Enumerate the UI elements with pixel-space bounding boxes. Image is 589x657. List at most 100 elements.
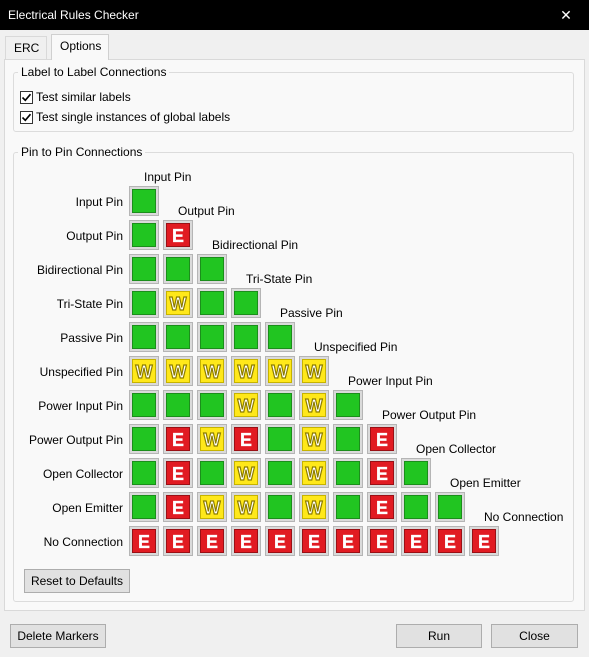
matrix-cell-open-emitter-x-open-collector[interactable] [401,492,431,522]
delete-markers-button[interactable]: Delete Markers [10,624,106,648]
column-label-output-pin: Output Pin [178,204,235,218]
run-button[interactable]: Run [396,624,482,648]
matrix-cell-power-input-pin-x-bidirectional-pin[interactable] [197,390,227,420]
matrix-cell-unspecified-pin-x-output-pin[interactable]: W [163,356,193,386]
matrix-cell-no-connection-x-open-emitter[interactable]: E [435,526,465,556]
matrix-cell-no-connection-x-passive-pin[interactable]: E [265,526,295,556]
reset-to-defaults-button[interactable]: Reset to Defaults [24,569,130,593]
tab-options[interactable]: Options [51,34,109,60]
matrix-cell-unspecified-pin-x-input-pin[interactable]: W [129,356,159,386]
matrix-cell-no-connection-x-power-input-pin[interactable]: E [333,526,363,556]
matrix-cell-open-collector-x-unspecified-pin[interactable]: W [299,458,329,488]
matrix-cell-bidirectional-pin-x-output-pin[interactable] [163,254,193,284]
matrix-cell-open-emitter-x-bidirectional-pin[interactable]: W [197,492,227,522]
error-letter: E [478,532,490,552]
matrix-cell-power-output-pin-x-unspecified-pin[interactable]: W [299,424,329,454]
matrix-cell-passive-pin-x-tri-state-pin[interactable] [231,322,261,352]
matrix-cell-power-output-pin-x-passive-pin[interactable] [265,424,295,454]
column-label-power-output-pin: Power Output Pin [382,408,477,422]
matrix-cell-power-input-pin-x-tri-state-pin[interactable]: W [231,390,261,420]
matrix-cell-bidirectional-pin-x-input-pin[interactable] [129,254,159,284]
matrix-cell-open-emitter-x-open-emitter[interactable] [435,492,465,522]
matrix-cell-tri-state-pin-x-output-pin[interactable]: W [163,288,193,318]
matrix-cell-open-emitter-x-input-pin[interactable] [129,492,159,522]
matrix-cell-power-output-pin-x-output-pin[interactable]: E [163,424,193,454]
ok-marker-icon [200,325,224,349]
row-label-bidirectional-pin: Bidirectional Pin [36,263,123,277]
matrix-cell-unspecified-pin-x-unspecified-pin[interactable]: W [299,356,329,386]
matrix-cell-output-pin-x-output-pin[interactable]: E [163,220,193,250]
matrix-cell-no-connection-x-bidirectional-pin[interactable]: E [197,526,227,556]
test-similar-labels-checkbox[interactable]: Test similar labels [20,90,131,104]
matrix-cell-open-collector-x-output-pin[interactable]: E [163,458,193,488]
matrix-cell-open-emitter-x-tri-state-pin[interactable]: W [231,492,261,522]
matrix-cell-passive-pin-x-bidirectional-pin[interactable] [197,322,227,352]
matrix-cell-power-output-pin-x-tri-state-pin[interactable]: E [231,424,261,454]
matrix-cell-open-collector-x-power-input-pin[interactable] [333,458,363,488]
row-label-power-output-pin: Power Output Pin [28,433,123,447]
matrix-cell-open-collector-x-open-collector[interactable] [401,458,431,488]
column-label-unspecified-pin: Unspecified Pin [314,340,398,354]
matrix-cell-power-output-pin-x-power-input-pin[interactable] [333,424,363,454]
matrix-cell-open-collector-x-input-pin[interactable] [129,458,159,488]
column-label-input-pin: Input Pin [144,170,192,184]
ok-marker-icon [132,291,156,315]
column-label-no-connection: No Connection [484,510,564,524]
matrix-cell-unspecified-pin-x-bidirectional-pin[interactable]: W [197,356,227,386]
matrix-cell-open-collector-x-passive-pin[interactable] [265,458,295,488]
matrix-cell-passive-pin-x-input-pin[interactable] [129,322,159,352]
matrix-cell-output-pin-x-input-pin[interactable] [129,220,159,250]
matrix-cell-power-output-pin-x-bidirectional-pin[interactable]: W [197,424,227,454]
matrix-cell-open-emitter-x-output-pin[interactable]: E [163,492,193,522]
ok-marker-icon [268,495,292,519]
matrix-cell-passive-pin-x-passive-pin[interactable] [265,322,295,352]
ok-marker-icon [404,495,428,519]
ok-marker-icon [336,393,360,417]
matrix-cell-power-output-pin-x-input-pin[interactable] [129,424,159,454]
matrix-cell-power-output-pin-x-power-output-pin[interactable]: E [367,424,397,454]
warning-marker-icon: W [302,495,326,519]
ok-marker-icon [268,427,292,451]
matrix-cell-passive-pin-x-output-pin[interactable] [163,322,193,352]
test-single-global-labels-checkbox[interactable]: Test single instances of global labels [20,110,230,124]
warning-marker-icon: W [302,359,326,383]
matrix-cell-open-emitter-x-power-output-pin[interactable]: E [367,492,397,522]
matrix-cell-no-connection-x-unspecified-pin[interactable]: E [299,526,329,556]
matrix-cell-unspecified-pin-x-passive-pin[interactable]: W [265,356,295,386]
error-marker-icon: E [370,529,394,553]
window-title: Electrical Rules Checker [8,8,139,22]
matrix-cell-tri-state-pin-x-bidirectional-pin[interactable] [197,288,227,318]
matrix-cell-open-emitter-x-power-input-pin[interactable] [333,492,363,522]
matrix-cell-no-connection-x-power-output-pin[interactable]: E [367,526,397,556]
matrix-cell-power-input-pin-x-unspecified-pin[interactable]: W [299,390,329,420]
row-label-power-input-pin: Power Input Pin [38,399,123,413]
ok-marker-icon [132,189,156,213]
matrix-cell-no-connection-x-open-collector[interactable]: E [401,526,431,556]
matrix-cell-tri-state-pin-x-tri-state-pin[interactable] [231,288,261,318]
matrix-cell-no-connection-x-tri-state-pin[interactable]: E [231,526,261,556]
tab-erc[interactable]: ERC [5,36,47,59]
matrix-cell-no-connection-x-no-connection[interactable]: E [469,526,499,556]
matrix-cell-input-pin-x-input-pin[interactable] [129,186,159,216]
matrix-cell-tri-state-pin-x-input-pin[interactable] [129,288,159,318]
matrix-cell-open-emitter-x-unspecified-pin[interactable]: W [299,492,329,522]
matrix-cell-open-collector-x-bidirectional-pin[interactable] [197,458,227,488]
matrix-cell-bidirectional-pin-x-bidirectional-pin[interactable] [197,254,227,284]
matrix-cell-power-input-pin-x-passive-pin[interactable] [265,390,295,420]
close-button[interactable]: Close [491,624,578,648]
matrix-cell-no-connection-x-input-pin[interactable]: E [129,526,159,556]
column-label-passive-pin: Passive Pin [280,306,343,320]
matrix-cell-power-input-pin-x-output-pin[interactable] [163,390,193,420]
ok-marker-icon [200,257,224,281]
row-label-open-collector: Open Collector [42,467,123,481]
matrix-cell-open-collector-x-power-output-pin[interactable]: E [367,458,397,488]
matrix-cell-power-input-pin-x-input-pin[interactable] [129,390,159,420]
matrix-cell-power-input-pin-x-power-input-pin[interactable] [333,390,363,420]
close-window-button[interactable]: ✕ [543,0,589,30]
matrix-cell-unspecified-pin-x-tri-state-pin[interactable]: W [231,356,261,386]
ok-marker-icon [404,461,428,485]
matrix-cell-open-emitter-x-passive-pin[interactable] [265,492,295,522]
ok-marker-icon [132,325,156,349]
matrix-cell-no-connection-x-output-pin[interactable]: E [163,526,193,556]
matrix-cell-open-collector-x-tri-state-pin[interactable]: W [231,458,261,488]
